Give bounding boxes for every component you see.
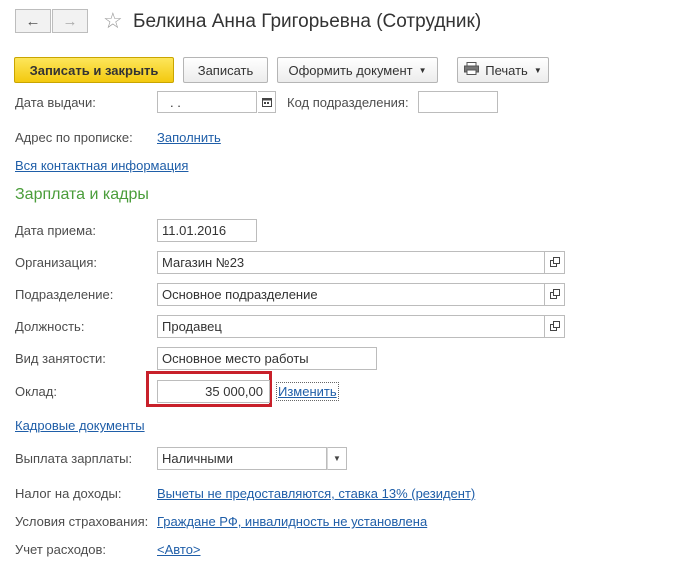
salary-label: Оклад: bbox=[15, 384, 57, 399]
income-tax-label: Налог на доходы: bbox=[15, 486, 122, 501]
position-open-button[interactable] bbox=[545, 315, 565, 338]
expenses-link[interactable]: <Авто> bbox=[157, 542, 201, 557]
salary-input[interactable]: 35 000,00 bbox=[157, 380, 270, 403]
department-input[interactable]: Основное подразделение bbox=[157, 283, 545, 306]
expenses-label: Учет расходов: bbox=[15, 542, 106, 557]
payout-value: Наличными bbox=[162, 451, 233, 466]
payout-dropdown-button[interactable]: ▼ bbox=[327, 447, 347, 470]
back-button[interactable]: ← bbox=[15, 9, 51, 33]
dropdown-triangle-icon: ▼ bbox=[533, 65, 542, 75]
employment-type-input[interactable]: Основное место работы bbox=[157, 347, 377, 370]
open-link-icon bbox=[549, 287, 560, 302]
payout-select[interactable]: Наличными bbox=[157, 447, 327, 470]
issue-date-value: . . bbox=[170, 95, 181, 110]
department-label: Подразделение: bbox=[15, 287, 114, 302]
salary-change-link[interactable]: Изменить bbox=[276, 382, 339, 401]
employment-type-value: Основное место работы bbox=[162, 351, 309, 366]
save-button[interactable]: Записать bbox=[183, 57, 268, 83]
hire-date-label: Дата приема: bbox=[15, 223, 96, 238]
calendar-icon[interactable] bbox=[258, 91, 276, 113]
create-document-button[interactable]: Оформить документ ▼ bbox=[277, 57, 438, 83]
employment-type-label: Вид занятости: bbox=[15, 351, 106, 366]
position-value: Продавец bbox=[162, 319, 222, 334]
forward-button[interactable]: → bbox=[52, 9, 88, 33]
organization-input[interactable]: Магазин №23 bbox=[157, 251, 545, 274]
window-title: Белкина Анна Григорьевна (Сотрудник) bbox=[133, 11, 482, 32]
division-code-input[interactable] bbox=[418, 91, 498, 113]
dropdown-triangle-icon: ▼ bbox=[418, 65, 427, 75]
issue-date-input[interactable]: . . bbox=[157, 91, 257, 113]
hr-documents-link[interactable]: Кадровые документы bbox=[15, 418, 145, 433]
insurance-label: Условия страхования: bbox=[15, 514, 149, 529]
position-input[interactable]: Продавец bbox=[157, 315, 545, 338]
section-title: Зарплата и кадры bbox=[15, 186, 149, 203]
department-value: Основное подразделение bbox=[162, 287, 318, 302]
open-link-icon bbox=[549, 255, 560, 270]
position-label: Должность: bbox=[15, 319, 85, 334]
insurance-link[interactable]: Граждане РФ, инвалидность не установлена bbox=[157, 514, 427, 529]
organization-label: Организация: bbox=[15, 255, 98, 270]
open-link-icon bbox=[549, 319, 560, 334]
organization-value: Магазин №23 bbox=[162, 255, 245, 270]
save-label: Записать bbox=[197, 62, 254, 78]
save-and-close-label: Записать и закрыть bbox=[29, 62, 159, 78]
print-label: Печать bbox=[485, 62, 528, 78]
create-document-label: Оформить документ bbox=[288, 62, 413, 78]
favorite-star-icon[interactable]: ☆ bbox=[103, 8, 123, 34]
issue-date-label: Дата выдачи: bbox=[15, 95, 96, 110]
address-fill-link[interactable]: Заполнить bbox=[157, 130, 221, 145]
hire-date-value: 11.01.2016 bbox=[162, 223, 227, 238]
dropdown-triangle-icon: ▼ bbox=[333, 454, 341, 463]
arrow-right-icon: → bbox=[62, 12, 78, 30]
hire-date-input[interactable]: 11.01.2016 bbox=[157, 219, 257, 242]
arrow-left-icon: ← bbox=[25, 12, 41, 30]
payout-label: Выплата зарплаты: bbox=[15, 451, 133, 466]
income-tax-link[interactable]: Вычеты не предоставляются, ставка 13% (р… bbox=[157, 486, 475, 501]
department-open-button[interactable] bbox=[545, 283, 565, 306]
organization-open-button[interactable] bbox=[545, 251, 565, 274]
division-code-label: Код подразделения: bbox=[287, 95, 409, 110]
salary-value: 35 000,00 bbox=[205, 384, 263, 399]
all-contacts-link[interactable]: Вся контактная информация bbox=[15, 158, 188, 173]
address-label: Адрес по прописке: bbox=[15, 130, 133, 145]
print-button[interactable]: Печать ▼ bbox=[457, 57, 549, 83]
printer-icon bbox=[464, 62, 480, 78]
save-and-close-button[interactable]: Записать и закрыть bbox=[14, 57, 174, 83]
